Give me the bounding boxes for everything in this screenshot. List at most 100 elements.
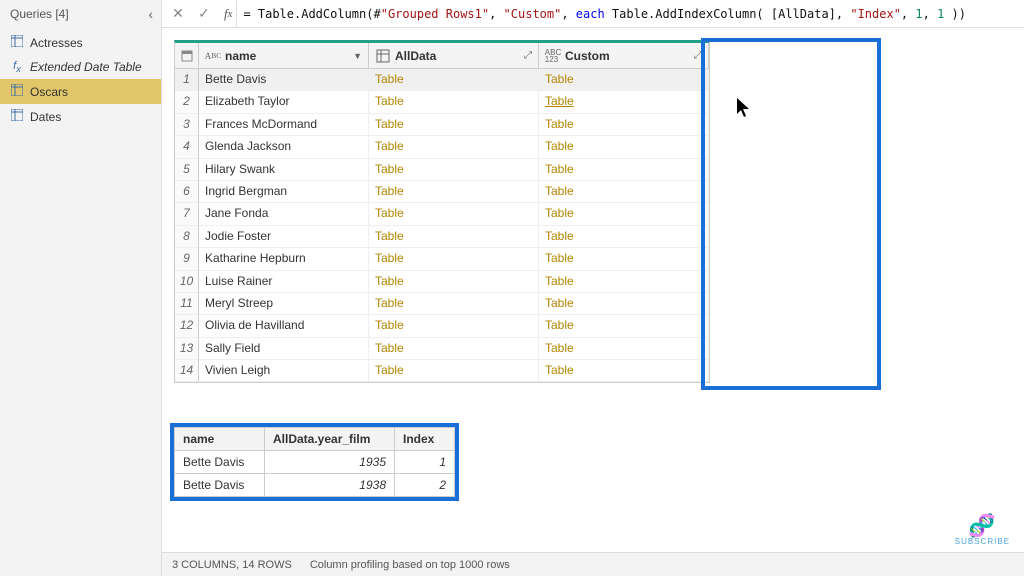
cell-custom[interactable]: Table [539,271,709,293]
table-row[interactable]: 14Vivien LeighTableTable [175,360,709,382]
formula-seg: )) [944,7,966,21]
cell-custom[interactable]: Table [539,248,709,270]
row-index[interactable]: 12 [175,315,199,337]
formula-text[interactable]: = Table.AddColumn(#"Grouped Rows1", "Cus… [243,7,1018,21]
table-row[interactable]: 7Jane FondaTableTable [175,203,709,225]
watermark-text: SUBSCRIBE [955,537,1010,546]
cell-name: Jodie Foster [199,226,369,248]
query-item[interactable]: Oscars [0,79,161,104]
expand-column-icon[interactable]: ⤢ [694,50,702,61]
row-index[interactable]: 6 [175,181,199,203]
cell-alldata[interactable]: Table [369,248,539,270]
column-header-custom[interactable]: ABC123 Custom ⤢ [539,43,709,69]
column-header-name[interactable]: ABC name ▼ [199,43,369,69]
cell-custom[interactable]: Table [539,136,709,158]
table-row[interactable]: 6Ingrid BergmanTableTable [175,181,709,203]
preview-header[interactable]: AllData.year_film [265,428,395,451]
row-index[interactable]: 4 [175,136,199,158]
mouse-cursor-icon [737,98,753,121]
select-all-corner[interactable] [175,43,199,69]
cell-alldata[interactable]: Table [369,136,539,158]
table-row[interactable]: 11Meryl StreepTableTable [175,293,709,315]
cell-custom[interactable]: Table [539,114,709,136]
cell-custom[interactable]: Table [539,91,709,113]
cell-custom[interactable]: Table [539,159,709,181]
table-row[interactable]: 10Luise RainerTableTable [175,271,709,293]
cell-alldata[interactable]: Table [369,338,539,360]
table-row[interactable]: 2Elizabeth TaylorTableTable [175,91,709,113]
accept-formula-icon[interactable]: ✓ [194,4,214,24]
preview-row[interactable]: Bette Davis19382 [175,474,455,497]
filter-dropdown-icon[interactable]: ▼ [353,51,362,61]
cell-alldata[interactable]: Table [369,315,539,337]
query-item[interactable]: Dates [0,104,161,129]
formula-seg: , [923,7,937,21]
table-icon [10,84,24,99]
row-index[interactable]: 9 [175,248,199,270]
cell-custom[interactable]: Table [539,69,709,91]
cell-custom[interactable]: Table [539,181,709,203]
cell-alldata[interactable]: Table [369,159,539,181]
row-index[interactable]: 7 [175,203,199,225]
cell-custom[interactable]: Table [539,226,709,248]
formula-seg: , [561,7,575,21]
table-row[interactable]: 3Frances McDormandTableTable [175,114,709,136]
preview-header[interactable]: name [175,428,265,451]
column-header-alldata[interactable]: AllData ⤢ [369,43,539,69]
preview-cell: 1 [395,451,455,474]
preview-header[interactable]: Index [395,428,455,451]
table-row[interactable]: 9Katharine HepburnTableTable [175,248,709,270]
formula-seg: = Table.AddColumn(# [243,7,380,21]
column-label: name [225,49,256,63]
cell-custom[interactable]: Table [539,360,709,382]
preview-cell: Bette Davis [175,474,265,497]
cell-custom[interactable]: Table [539,293,709,315]
query-label: Oscars [30,85,68,99]
query-label: Dates [30,110,61,124]
table-row[interactable]: 13Sally FieldTableTable [175,338,709,360]
text-type-icon: ABC [205,48,221,64]
table-row[interactable]: 12Olivia de HavillandTableTable [175,315,709,337]
cell-alldata[interactable]: Table [369,226,539,248]
row-index[interactable]: 11 [175,293,199,315]
cell-custom[interactable]: Table [539,203,709,225]
row-index[interactable]: 2 [175,91,199,113]
queries-title: Queries [4] [10,7,69,21]
table-row[interactable]: 8Jodie FosterTableTable [175,226,709,248]
cell-alldata[interactable]: Table [369,360,539,382]
row-index[interactable]: 13 [175,338,199,360]
data-grid: ABC name ▼ AllData ⤢ ABC123 Custom [174,40,710,383]
cell-name: Katharine Hepburn [199,248,369,270]
collapse-sidebar-icon[interactable]: ‹ [148,6,153,22]
row-index[interactable]: 1 [175,69,199,91]
grid-container: ABC name ▼ AllData ⤢ ABC123 Custom [162,28,1024,504]
formula-seg: Table.AddIndexColumn( [AllData], [605,7,851,21]
cell-alldata[interactable]: Table [369,293,539,315]
row-index[interactable]: 10 [175,271,199,293]
column-label: AllData [395,49,436,63]
query-item[interactable]: fxExtended Date Table [0,55,161,79]
cell-custom[interactable]: Table [539,315,709,337]
cell-alldata[interactable]: Table [369,181,539,203]
cell-name: Luise Rainer [199,271,369,293]
cell-alldata[interactable]: Table [369,91,539,113]
cell-alldata[interactable]: Table [369,203,539,225]
table-row[interactable]: 5Hilary SwankTableTable [175,159,709,181]
row-index[interactable]: 8 [175,226,199,248]
cell-alldata[interactable]: Table [369,271,539,293]
cell-alldata[interactable]: Table [369,69,539,91]
table-row[interactable]: 1Bette DavisTableTable [175,69,709,91]
cell-name: Ingrid Bergman [199,181,369,203]
grid-body: 1Bette DavisTableTable2Elizabeth TaylorT… [175,69,709,382]
table-row[interactable]: 4Glenda JacksonTableTable [175,136,709,158]
cell-alldata[interactable]: Table [369,114,539,136]
cell-custom[interactable]: Table [539,338,709,360]
query-item[interactable]: Actresses [0,30,161,55]
fx-icon[interactable]: fx [220,0,237,27]
expand-column-icon[interactable]: ⤢ [524,50,532,61]
preview-row[interactable]: Bette Davis19351 [175,451,455,474]
row-index[interactable]: 3 [175,114,199,136]
row-index[interactable]: 5 [175,159,199,181]
row-index[interactable]: 14 [175,360,199,382]
cancel-formula-icon[interactable]: ✕ [168,4,188,24]
